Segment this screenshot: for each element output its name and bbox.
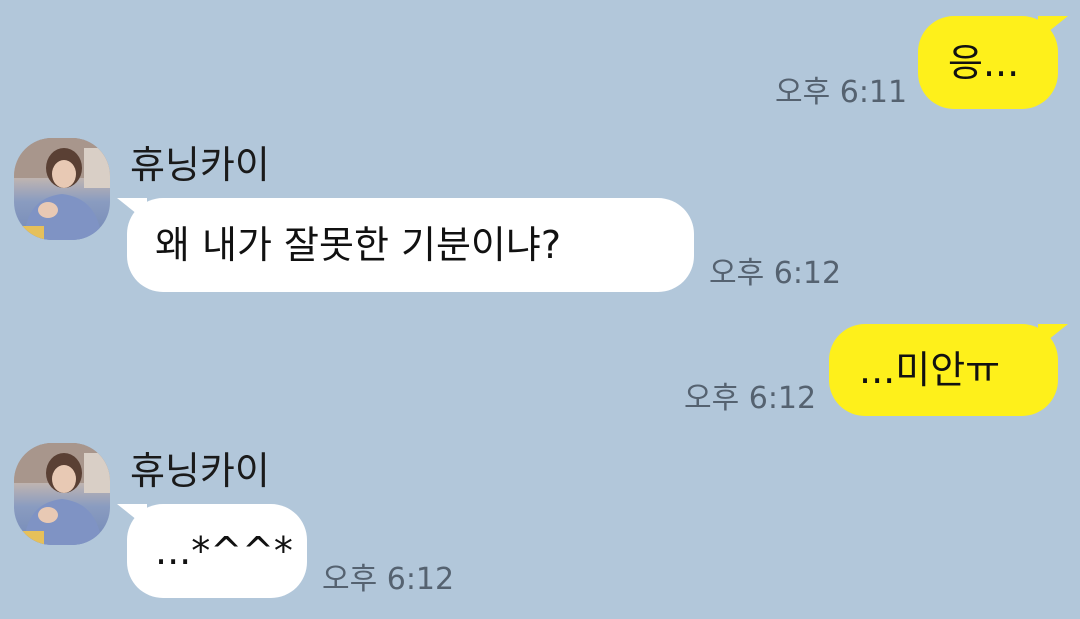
profile-photo-icon	[14, 138, 110, 240]
message-text: ...*^^*	[155, 529, 293, 573]
avatar[interactable]	[14, 443, 110, 545]
message-text: 응...	[948, 40, 1020, 85]
message-timestamp: 오후 6:12	[709, 256, 842, 291]
message-bubble[interactable]: ...미안ㅠ	[829, 324, 1068, 416]
message-bubble[interactable]: ...*^^*	[117, 504, 307, 598]
profile-photo-icon	[14, 443, 110, 545]
message-timestamp: 오후 6:11	[775, 75, 908, 110]
message-timestamp: 오후 6:12	[322, 562, 455, 597]
message-bubble[interactable]: 응...	[918, 16, 1068, 109]
avatar[interactable]	[14, 138, 110, 240]
sender-name: 휴닝카이	[130, 143, 270, 187]
message-text: 왜 내가 잘못한 기분이냐?	[155, 223, 562, 267]
message-text: ...미안ㅠ	[859, 348, 1001, 392]
message-bubble[interactable]: 왜 내가 잘못한 기분이냐?	[117, 198, 694, 292]
chat-area[interactable]: 오후 6:11 응... 휴닝카이 왜 내가 잘못한 기분이냐? 오후 6:12…	[0, 0, 1080, 619]
message-timestamp: 오후 6:12	[684, 381, 817, 416]
sender-name: 휴닝카이	[130, 449, 270, 493]
